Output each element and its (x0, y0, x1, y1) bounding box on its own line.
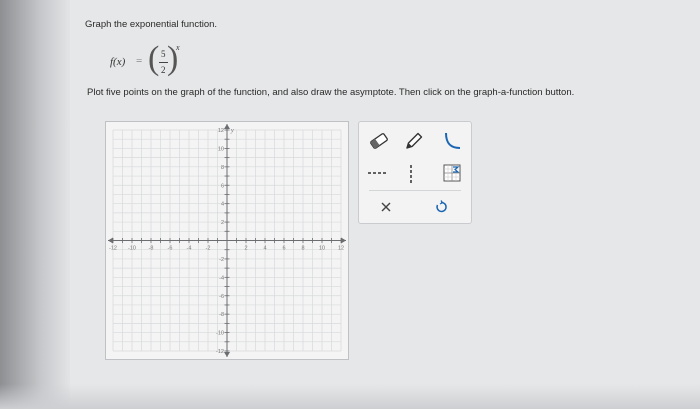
background-shadow (0, 0, 70, 409)
exponent: x (176, 43, 180, 52)
clear-button[interactable] (379, 200, 393, 214)
y-tick-label: -8 (219, 312, 224, 318)
graph-canvas[interactable]: -12 -10 -8 -6 -4 -2 2 4 6 8 10 12 12 10 8 6 4 2 -2 -4 -6 -8 -1… (105, 121, 349, 360)
eraser-icon (370, 133, 388, 149)
y-tick-label: -12 (216, 349, 224, 355)
x-tick-label: 8 (301, 246, 304, 252)
y-tick-label: -4 (219, 275, 224, 281)
x-tick-label: 6 (282, 246, 285, 252)
x-tick-label: -4 (187, 246, 192, 252)
left-paren: ( (148, 40, 160, 77)
close-icon (381, 202, 391, 212)
y-tick-label: -6 (219, 294, 224, 300)
graph-function-icon (443, 164, 461, 182)
vertical-dashed-line-icon (410, 165, 412, 183)
y-tick-label: -2 (219, 257, 224, 263)
toolbox-divider (369, 190, 461, 191)
y-tick-label: 8 (221, 165, 224, 171)
graph-function-button[interactable] (443, 164, 461, 182)
undo-icon (436, 200, 447, 213)
dashed-line-icon (368, 172, 388, 174)
x-tick-label: -6 (168, 246, 173, 252)
coordinate-grid[interactable]: -12 -10 -8 -6 -4 -2 2 4 6 8 10 12 12 10 8 6 4 2 -2 -4 -6 -8 -1… (106, 122, 348, 359)
vertical-dashed-line-tool-button[interactable] (406, 163, 416, 185)
problem-title: Graph the exponential function. (85, 19, 218, 30)
function-lhs: f(x) (110, 56, 126, 68)
undo-button[interactable] (434, 200, 448, 214)
y-axis-label: y (230, 128, 234, 134)
y-tick-label: 2 (221, 220, 224, 226)
y-tick-label: 6 (221, 183, 224, 189)
y-tick-label: 12 (218, 128, 224, 134)
x-axis-arrow-left (108, 237, 113, 244)
dashed-line-tool-button[interactable] (366, 168, 390, 178)
pencil-icon (406, 132, 423, 149)
instructions: Plot five points on the graph of the fun… (87, 87, 575, 98)
fraction-numerator: 5 (161, 49, 166, 59)
curve-icon (445, 132, 461, 149)
drawing-toolbox (358, 121, 472, 224)
eraser-tool-button[interactable] (368, 131, 390, 151)
x-tick-label: -12 (109, 246, 117, 252)
y-axis-arrow-down (224, 352, 230, 357)
x-tick-label: 12 (338, 246, 344, 252)
curve-tool-button[interactable] (441, 130, 463, 152)
y-axis-arrow-up (224, 124, 230, 129)
fraction-denominator: 2 (161, 65, 166, 75)
x-tick-label: 2 (244, 246, 247, 252)
pencil-tool-button[interactable] (403, 130, 425, 152)
y-tick-label: -10 (216, 331, 224, 337)
x-tick-label: -8 (149, 246, 154, 252)
y-tick-label: 10 (218, 146, 224, 152)
x-tick-label: 10 (319, 246, 325, 252)
x-tick-label: -10 (128, 246, 136, 252)
x-axis-arrow-right (341, 237, 346, 244)
bottom-shadow (0, 384, 700, 409)
y-tick-label: 4 (221, 202, 224, 208)
equals-sign: = (136, 55, 143, 67)
x-tick-label: -2 (206, 246, 211, 252)
x-tick-label: 4 (263, 246, 266, 252)
